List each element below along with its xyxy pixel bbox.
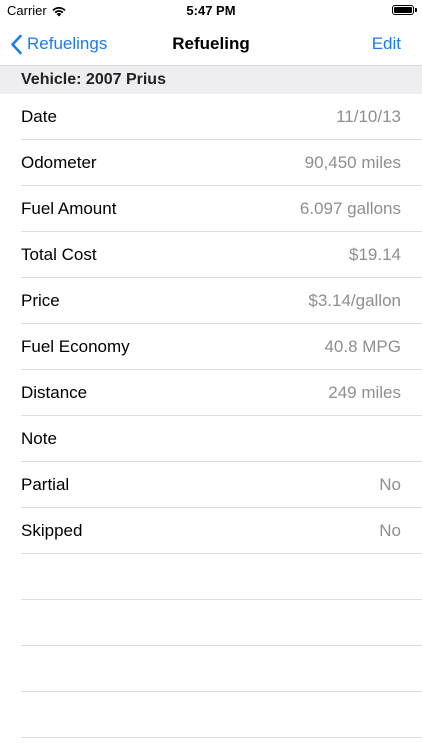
status-bar: Carrier 5:47 PM	[0, 0, 422, 22]
battery-icon	[392, 5, 414, 15]
row-distance[interactable]: Distance 249 miles	[0, 370, 422, 416]
row-label: Fuel Amount	[21, 199, 117, 218]
empty-row	[0, 600, 422, 646]
row-label: Skipped	[21, 521, 83, 540]
row-date[interactable]: Date 11/10/13	[0, 94, 422, 140]
empty-row	[0, 692, 422, 738]
row-value: 40.8 MPG	[324, 337, 401, 356]
navigation-bar: Refuelings Refueling Edit	[0, 22, 422, 66]
row-label: Note	[21, 429, 57, 448]
row-value: $19.14	[349, 245, 401, 264]
row-price[interactable]: Price $3.14/gallon	[0, 278, 422, 324]
row-value: 6.097 gallons	[299, 199, 401, 218]
row-value: No	[379, 475, 401, 494]
row-value: $3.14/gallon	[308, 291, 401, 310]
row-label: Price	[21, 291, 60, 310]
row-fuel-economy[interactable]: Fuel Economy 40.8 MPG	[0, 324, 422, 370]
row-value: 90,450 miles	[304, 153, 401, 172]
page-title: Refueling	[172, 34, 250, 53]
details-table: Date 11/10/13 Odometer 90,450 miles Fuel…	[0, 94, 422, 738]
row-value: 249 miles	[328, 383, 401, 402]
row-label: Odometer	[21, 153, 97, 172]
row-partial[interactable]: Partial No	[0, 462, 422, 508]
row-label: Distance	[21, 383, 88, 402]
row-label: Total Cost	[21, 245, 97, 264]
row-value: 11/10/13	[336, 107, 401, 126]
row-label: Date	[21, 107, 57, 126]
row-total-cost[interactable]: Total Cost $19.14	[0, 232, 422, 278]
empty-row	[0, 554, 422, 600]
row-fuel-amount[interactable]: Fuel Amount 6.097 gallons	[0, 186, 422, 232]
empty-row	[0, 646, 422, 692]
row-value: No	[379, 521, 401, 540]
row-odometer[interactable]: Odometer 90,450 miles	[0, 140, 422, 186]
section-header: Vehicle: 2007 Prius	[0, 66, 422, 94]
status-time: 5:47 PM	[186, 3, 236, 18]
row-label: Fuel Economy	[21, 337, 130, 356]
row-note[interactable]: Note	[0, 416, 422, 462]
row-label: Partial	[21, 475, 70, 494]
row-skipped[interactable]: Skipped No	[0, 508, 422, 554]
edit-button[interactable]: Edit	[372, 22, 401, 66]
battery-cap	[415, 8, 417, 12]
